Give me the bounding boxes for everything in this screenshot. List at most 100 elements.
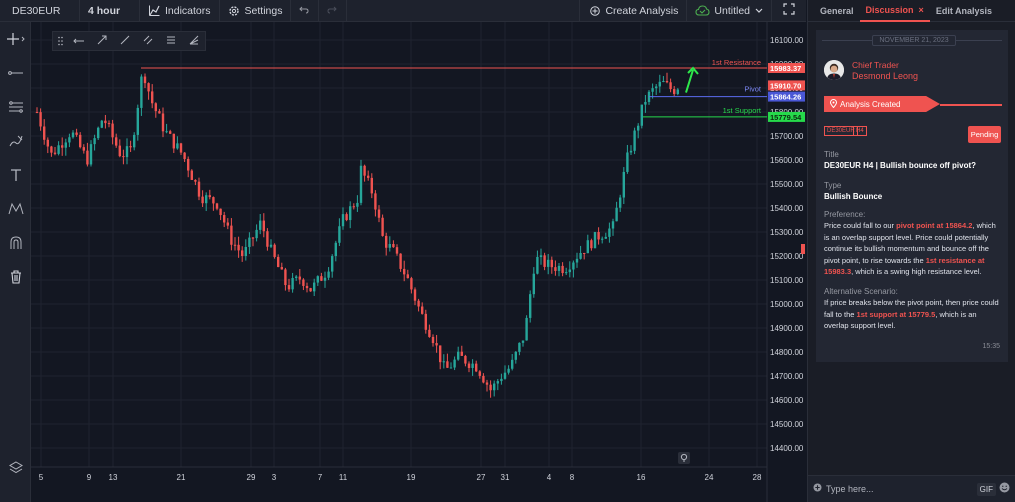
candle-body [179,143,183,153]
candle-body [219,208,222,216]
tab-edit-analysis[interactable]: Edit Analysis [930,0,998,22]
candle-body [655,86,658,89]
candle-body [255,229,258,239]
candle-body [428,329,431,337]
indicators-icon [148,4,161,17]
symbol-label: DE30EUR [12,4,61,17]
candle-body [575,258,579,263]
candle-body [496,381,499,384]
chat-input[interactable] [822,484,977,494]
candle-body [104,120,107,124]
pattern-icon [8,202,24,219]
magnet-tool-button[interactable] [0,227,31,261]
analysis-created-banner: Analysis Created [824,96,940,112]
interval-label: 4 hour [88,4,121,17]
candle-body [399,253,402,269]
candle-body [320,276,323,281]
title-value: DE30EUR H4 | Bullish bounce off pivot? [824,161,977,170]
date-divider-left [822,40,872,41]
gif-button[interactable]: GIF [976,482,996,496]
object-tree-button[interactable] [0,452,31,486]
lines-tool-button[interactable] [159,32,182,50]
analysis-created-label: Analysis Created [840,99,901,109]
candle-body [226,222,229,226]
close-icon[interactable]: × [919,5,924,15]
candle-body [662,81,665,83]
layout-name-button[interactable]: Untitled [687,0,772,22]
candle-body [583,252,586,254]
time-tick-label: 21 [177,473,186,482]
candle-body [64,142,67,148]
tab-edit-analysis-label: Edit Analysis [935,5,992,16]
candle-body [550,259,553,268]
candle-body [514,351,517,360]
parallel-tool-button[interactable] [136,32,159,50]
tab-general[interactable]: General [814,0,860,22]
candle-body [230,225,233,245]
candle-body [640,104,643,126]
undo-button[interactable] [291,0,320,22]
trendline-tool-button[interactable] [0,57,31,91]
collapse-handle [801,244,805,254]
candle-body [43,126,46,140]
fullscreen-button[interactable] [772,0,806,22]
delete-drawings-button[interactable] [0,261,31,295]
candle-body [421,306,424,314]
candle-body [46,139,49,147]
candle-body [467,363,471,368]
candle-body [277,256,280,268]
candle-body [53,152,57,154]
time-tick-label: 13 [109,473,118,482]
candle-body [673,89,676,94]
support-price-tag: 15779.54 [770,113,802,122]
candle-body [485,382,489,385]
fan-tool-button[interactable] [182,32,205,50]
candle-body [313,282,316,292]
text-tool-button[interactable] [0,159,31,193]
ray-tool-button[interactable] [67,32,90,50]
create-analysis-button[interactable]: Create Analysis [579,0,688,22]
candle-body [190,170,193,180]
interval-selector[interactable]: 4 hour [80,0,140,22]
brush-tool-button[interactable] [0,125,31,159]
pivot-highlight: pivot point at 15864.2 [896,221,973,230]
chat-bar: GIF [808,475,1015,502]
resistance-price-tag: 15983.37 [770,64,801,73]
indicators-button[interactable]: Indicators [140,0,220,22]
candle-body [601,238,604,240]
candle-body [50,146,53,153]
candle-body [493,383,496,391]
text-icon [10,168,22,185]
candle-body [212,197,215,204]
time-tick-label: 11 [339,473,348,482]
fib-tool-button[interactable] [0,91,31,125]
candle-body [561,265,564,274]
redo-button[interactable] [319,0,348,22]
crosshair-tool-button[interactable] [0,23,31,57]
chart-canvas[interactable]: 16100.0016000.0015900.0015800.0015700.00… [31,22,806,502]
symbol-search[interactable]: DE30EUR [0,0,80,22]
pattern-tool-button[interactable] [0,193,31,227]
emoji-icon[interactable] [999,482,1010,496]
candle-body [417,300,420,307]
candle-body [345,214,348,221]
candle-body [201,196,204,204]
drag-handle-icon[interactable] [53,32,67,50]
candle-body [82,147,85,151]
tab-discussion[interactable]: Discussion × [859,0,930,22]
candle-body [471,363,474,368]
author-name: Desmond Leong [852,71,919,81]
candle-body [359,165,363,203]
candle-body [140,76,143,108]
line-tool-button[interactable] [113,32,136,50]
arrow-tool-button[interactable] [90,32,113,50]
settings-button[interactable]: Settings [220,0,292,22]
candle-body [593,232,597,249]
add-attachment-icon[interactable] [813,483,822,495]
candle-body [352,206,355,208]
candle-body [305,285,309,289]
analysis-panel: General Discussion × Edit Analysis NOVEMB… [807,0,1015,502]
candlestick-chart[interactable]: 16100.0016000.0015900.0015800.0015700.00… [31,22,806,502]
candle-body [161,113,165,132]
candle-body [665,81,669,83]
